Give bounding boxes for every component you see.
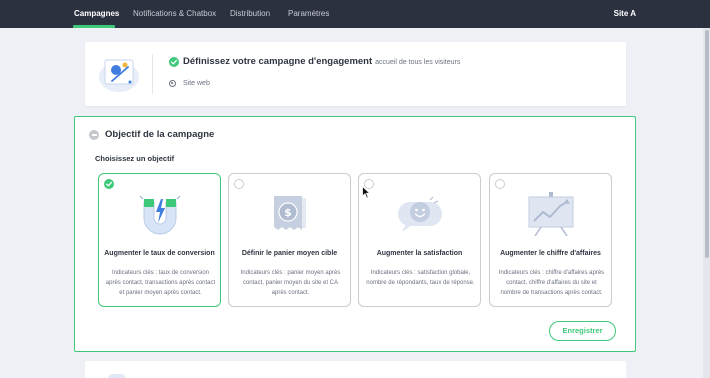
objective-option-revenue[interactable]: Augmenter le chiffre d'affaires Indicate… <box>489 173 612 307</box>
magnet-icon <box>130 190 190 238</box>
mouse-cursor-icon <box>362 185 371 204</box>
radio-button[interactable] <box>234 179 244 189</box>
radio-dot-icon <box>169 80 176 87</box>
engagement-subtitle: accueil de tous les visiteurs <box>375 59 461 66</box>
check-circle-icon <box>169 57 179 67</box>
option-title: Augmenter la satisfaction <box>376 250 463 257</box>
option-description: Indicateurs clés : chiffre d'affaires ap… <box>498 270 605 296</box>
engagement-card[interactable]: Définissez votre campagne d'engagement ac… <box>85 42 626 106</box>
objective-card: Objectif de la campagne Choisissez un ob… <box>74 116 636 352</box>
smiley-chat-icon <box>390 190 450 238</box>
radio-button[interactable] <box>495 179 505 189</box>
next-step-card[interactable] <box>85 361 626 378</box>
objective-option-conversion[interactable]: Augmenter le taux de conversion Indicate… <box>98 173 221 307</box>
engagement-title: Définissez votre campagne d'engagement ac… <box>183 56 460 67</box>
option-title: Augmenter le taux de conversion <box>104 250 215 257</box>
objective-option-satisfaction[interactable]: Augmenter la satisfaction Indicateurs cl… <box>358 173 481 307</box>
option-description: Indicateurs clés : satisfaction globale,… <box>366 270 475 286</box>
svg-text:$: $ <box>284 206 292 219</box>
top-nav-bar: Campagnes Notifications & Chatbox Distri… <box>0 0 710 28</box>
engagement-illustration <box>97 51 141 100</box>
divider <box>152 54 153 94</box>
step-illustration <box>108 374 126 378</box>
channel-label: Site web <box>183 80 210 87</box>
presentation-chart-icon <box>521 190 581 238</box>
option-title: Définir le panier moyen cible <box>241 250 338 257</box>
option-title: Augmenter le chiffre d'affaires <box>500 250 601 257</box>
active-tab-indicator <box>73 25 115 28</box>
nav-tab-distribution[interactable]: Distribution <box>230 0 270 28</box>
receipt-dollar-icon: $ <box>260 190 320 238</box>
nav-tab-notifications-chatbox[interactable]: Notifications & Chatbox <box>133 0 216 28</box>
objective-option-average-cart[interactable]: $ Définir le panier moyen cible Indicate… <box>228 173 351 307</box>
engagement-title-text: Définissez votre campagne d'engagement <box>183 56 373 67</box>
save-button[interactable]: Enregistrer <box>549 321 616 341</box>
option-description: Indicateurs clés : taux de conversion ap… <box>105 270 216 296</box>
option-description: Indicateurs clés : panier moyen après co… <box>240 270 341 296</box>
step-indicator-icon <box>89 130 99 140</box>
nav-tab-parametres[interactable]: Paramètres <box>288 0 329 28</box>
checked-radio-icon[interactable] <box>104 179 114 189</box>
objective-title: Objectif de la campagne <box>105 129 215 140</box>
choose-objective-label: Choisissez un objectif <box>95 154 175 163</box>
site-selector[interactable]: Site A <box>614 0 636 28</box>
scrollbar-thumb[interactable] <box>705 30 709 258</box>
nav-tab-campagnes[interactable]: Campagnes <box>74 0 119 28</box>
